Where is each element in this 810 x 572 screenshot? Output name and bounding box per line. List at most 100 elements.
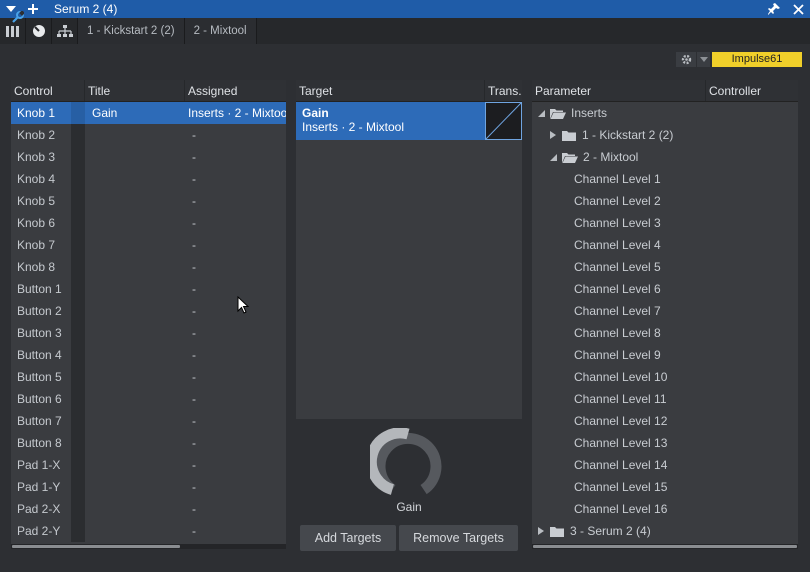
tree-item[interactable]: Channel Level 3 bbox=[532, 212, 798, 234]
mapping-indicator bbox=[71, 520, 85, 542]
knob-label: Gain bbox=[396, 500, 422, 514]
gear-icon[interactable] bbox=[676, 52, 696, 67]
add-targets-button[interactable]: Add Targets bbox=[300, 525, 396, 551]
column-control[interactable]: Control bbox=[11, 80, 85, 101]
mapping-indicator bbox=[71, 212, 85, 234]
control-cell: Button 1 bbox=[17, 282, 62, 296]
tab-kickstart[interactable]: 1 - Kickstart 2 (2) bbox=[78, 18, 185, 44]
tab-bar: 1 - Kickstart 2 (2) 2 - Mixtool bbox=[0, 18, 810, 44]
mapping-indicator bbox=[71, 454, 85, 476]
mapping-scrollbar[interactable] bbox=[12, 545, 180, 548]
tree-label: 1 - Kickstart 2 (2) bbox=[582, 128, 674, 142]
add-icon[interactable] bbox=[22, 0, 44, 18]
mapping-indicator bbox=[71, 432, 85, 454]
collapsed-arrow-icon[interactable] bbox=[550, 131, 560, 139]
table-row[interactable]: Knob 2 - bbox=[11, 124, 286, 146]
expanded-arrow-icon[interactable] bbox=[550, 153, 560, 161]
mapping-indicator bbox=[71, 388, 85, 410]
tree-folder[interactable]: 3 - Serum 2 (4) bbox=[532, 520, 798, 542]
control-cell: Knob 5 bbox=[17, 194, 56, 208]
table-row[interactable]: Pad 1-X - bbox=[11, 454, 286, 476]
assigned-cell: - bbox=[192, 414, 196, 428]
table-row[interactable]: Knob 5 - bbox=[11, 190, 286, 212]
table-row[interactable]: Pad 2-X - bbox=[11, 498, 286, 520]
tree-label: Channel Level 9 bbox=[574, 348, 661, 362]
tree-item[interactable]: Channel Level 6 bbox=[532, 278, 798, 300]
table-row[interactable]: Knob 1 Gain Inserts · 2 - Mixtool bbox=[11, 102, 286, 124]
mapping-indicator bbox=[71, 168, 85, 190]
tree-label: 3 - Serum 2 (4) bbox=[570, 524, 651, 538]
tree-item[interactable]: Channel Level 4 bbox=[532, 234, 798, 256]
column-title[interactable]: Title bbox=[85, 80, 185, 101]
title-bar: Serum 2 (4) bbox=[0, 0, 810, 18]
table-row[interactable]: Knob 7 - bbox=[11, 234, 286, 256]
tree-item[interactable]: Channel Level 14 bbox=[532, 454, 798, 476]
table-row[interactable]: Button 4 - bbox=[11, 344, 286, 366]
column-assigned[interactable]: Assigned bbox=[185, 80, 286, 101]
tab-mixtool[interactable]: 2 - Mixtool bbox=[184, 18, 257, 44]
chevron-down-icon[interactable] bbox=[697, 52, 710, 67]
mapping-header: Control Title Assigned bbox=[11, 80, 286, 102]
parameter-scrollbar[interactable] bbox=[533, 545, 797, 548]
control-cell: Knob 2 bbox=[17, 128, 56, 142]
control-link-icon[interactable] bbox=[26, 18, 52, 44]
table-row[interactable]: Button 3 - bbox=[11, 322, 286, 344]
tree-item[interactable]: Channel Level 7 bbox=[532, 300, 798, 322]
table-row[interactable]: Button 7 - bbox=[11, 410, 286, 432]
close-icon[interactable] bbox=[786, 0, 810, 18]
tree-folder[interactable]: 1 - Kickstart 2 (2) bbox=[532, 124, 798, 146]
tree-folder[interactable]: Inserts bbox=[532, 102, 798, 124]
gain-knob[interactable] bbox=[365, 427, 446, 498]
table-row[interactable]: Knob 3 - bbox=[11, 146, 286, 168]
tree-item[interactable]: Channel Level 5 bbox=[532, 256, 798, 278]
folder-icon bbox=[562, 130, 577, 141]
table-row[interactable]: Knob 4 - bbox=[11, 168, 286, 190]
mapping-rows: Knob 1 Gain Inserts · 2 - Mixtool Knob 2- Kn… bbox=[11, 102, 286, 542]
table-row[interactable]: Button 5 - bbox=[11, 366, 286, 388]
remove-targets-button[interactable]: Remove Targets bbox=[399, 525, 518, 551]
routing-icon[interactable] bbox=[52, 18, 78, 44]
pin-icon[interactable] bbox=[762, 0, 786, 18]
tree-item[interactable]: Channel Level 12 bbox=[532, 410, 798, 432]
control-cell: Knob 3 bbox=[17, 150, 56, 164]
tree-item[interactable]: Channel Level 1 bbox=[532, 168, 798, 190]
tree-rows: Inserts 1 - Kickstart 2 (2) 2 - Mixtool Cha… bbox=[532, 102, 798, 542]
table-row[interactable]: Knob 6 - bbox=[11, 212, 286, 234]
column-parameter[interactable]: Parameter bbox=[532, 80, 706, 101]
target-row[interactable]: Gain Inserts · 2 - Mixtool bbox=[296, 102, 522, 140]
tree-item[interactable]: Channel Level 13 bbox=[532, 432, 798, 454]
tree-item[interactable]: Channel Level 16 bbox=[532, 498, 798, 520]
table-row[interactable]: Button 6 - bbox=[11, 388, 286, 410]
tree-item[interactable]: Channel Level 10 bbox=[532, 366, 798, 388]
control-cell: Knob 1 bbox=[17, 106, 56, 120]
table-row[interactable]: Pad 2-Y - bbox=[11, 520, 286, 542]
table-row[interactable]: Knob 8 - bbox=[11, 256, 286, 278]
table-row[interactable]: Pad 1-Y - bbox=[11, 476, 286, 498]
mapping-indicator bbox=[71, 410, 85, 432]
transform-curve[interactable] bbox=[485, 102, 522, 140]
tree-folder[interactable]: 2 - Mixtool bbox=[532, 146, 798, 168]
mapping-indicator bbox=[71, 498, 85, 520]
collapsed-arrow-icon[interactable] bbox=[538, 527, 548, 535]
target-header: Target Trans. bbox=[296, 80, 522, 102]
table-row[interactable]: Button 8 - bbox=[11, 432, 286, 454]
control-cell: Pad 2-X bbox=[17, 502, 61, 516]
tree-item[interactable]: Channel Level 11 bbox=[532, 388, 798, 410]
mapping-indicator bbox=[71, 124, 85, 146]
wrench-icon[interactable] bbox=[12, 10, 25, 26]
assigned-cell: - bbox=[192, 348, 196, 362]
tree-item[interactable]: Channel Level 15 bbox=[532, 476, 798, 498]
column-controller[interactable]: Controller bbox=[706, 80, 798, 101]
mapping-indicator bbox=[71, 190, 85, 212]
device-selector[interactable]: Impulse61 bbox=[712, 52, 802, 67]
column-trans[interactable]: Trans. bbox=[485, 80, 522, 101]
column-target[interactable]: Target bbox=[296, 80, 485, 101]
tree-item[interactable]: Channel Level 2 bbox=[532, 190, 798, 212]
tree-item[interactable]: Channel Level 9 bbox=[532, 344, 798, 366]
tree-item[interactable]: Channel Level 8 bbox=[532, 322, 798, 344]
tree-label: Channel Level 15 bbox=[574, 480, 668, 494]
title-cell[interactable]: Gain bbox=[85, 106, 185, 120]
tree-label: Channel Level 16 bbox=[574, 502, 668, 516]
assigned-cell: - bbox=[192, 238, 196, 252]
expanded-arrow-icon[interactable] bbox=[538, 109, 548, 117]
